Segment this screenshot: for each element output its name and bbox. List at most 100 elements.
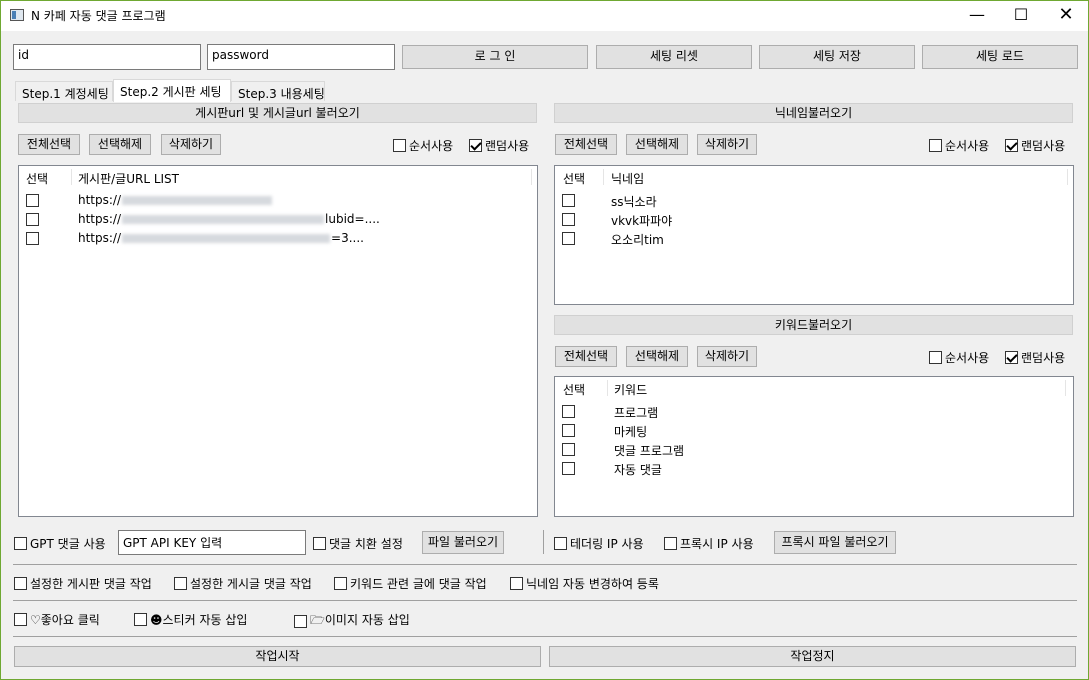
col-separator[interactable] — [603, 169, 604, 185]
col-separator[interactable] — [1065, 380, 1066, 396]
minimize-button[interactable]: — — [954, 1, 1000, 31]
comment-replace-checkbox[interactable]: 댓글 치환 설정 — [313, 535, 403, 552]
nickname-delete-button[interactable]: 삭제하기 — [697, 134, 757, 155]
board-url-list[interactable]: 선택 게시판/글URL LIST https:// https:// lubid=… — [18, 165, 538, 517]
board-random-checkbox[interactable]: 랜덤사용 — [469, 137, 529, 154]
list-item[interactable]: 댓글 프로그램 — [555, 440, 1073, 459]
keyword-random-checkbox[interactable]: 랜덤사용 — [1005, 349, 1065, 366]
col-separator[interactable] — [1067, 169, 1068, 185]
board-seq-label: 순서사용 — [409, 139, 454, 153]
list-item[interactable]: https:// lubid=.... — [19, 210, 537, 229]
proxy-ip-checkbox[interactable]: 프록시 IP 사용 — [664, 535, 754, 552]
image-insert-box[interactable] — [294, 615, 307, 628]
col-nickname-header[interactable]: 닉네임 — [611, 170, 644, 187]
tab-step3[interactable]: Step.3 내용세팅 — [231, 81, 325, 101]
settings-save-button[interactable]: 세팅 저장 — [759, 45, 915, 69]
row-checkbox[interactable] — [562, 232, 575, 245]
col-select-header[interactable]: 선택 — [563, 170, 585, 187]
list-item[interactable]: https:// — [19, 191, 537, 210]
like-click-checkbox[interactable]: ♡좋아요 클릭 — [14, 611, 100, 628]
maximize-button[interactable]: ☐ — [998, 1, 1044, 31]
list-item[interactable]: vkvk파파야 — [555, 210, 1073, 229]
close-button[interactable]: ✕ — [1043, 1, 1089, 31]
board-seq-checkbox[interactable]: 순서사용 — [393, 137, 453, 154]
nickname-change-box[interactable] — [510, 577, 523, 590]
tethering-ip-box[interactable] — [554, 537, 567, 550]
load-proxy-file-button[interactable]: 프록시 파일 불러오기 — [774, 531, 896, 554]
col-url-header[interactable]: 게시판/글URL LIST — [78, 170, 179, 187]
row-checkbox[interactable] — [562, 213, 575, 226]
keyword-seq-box[interactable] — [929, 351, 942, 364]
sticker-insert-box[interactable] — [134, 613, 147, 626]
nickname-random-checkbox[interactable]: 랜덤사용 — [1005, 137, 1065, 154]
nickname-random-box[interactable] — [1005, 139, 1018, 152]
row-checkbox[interactable] — [562, 462, 575, 475]
password-field[interactable]: password — [207, 44, 395, 70]
list-item[interactable]: 자동 댓글 — [555, 459, 1073, 478]
board-random-box[interactable] — [469, 139, 482, 152]
col-separator[interactable] — [71, 169, 72, 185]
board-comment-box[interactable] — [14, 577, 27, 590]
col-separator[interactable] — [607, 380, 608, 396]
row-checkbox[interactable] — [26, 194, 39, 207]
proxy-ip-box[interactable] — [664, 537, 677, 550]
id-field[interactable]: id — [13, 44, 201, 70]
nickname-seq-box[interactable] — [929, 139, 942, 152]
keyword-comment-checkbox[interactable]: 키워드 관련 글에 댓글 작업 — [334, 575, 487, 592]
gpt-comment-box[interactable] — [14, 537, 27, 550]
list-item[interactable]: 프로그램 — [555, 402, 1073, 421]
row-checkbox[interactable] — [562, 405, 575, 418]
keyword-list[interactable]: 선택 키워드 프로그램 마케팅 댓글 프로그램 자동 댓글 — [554, 376, 1074, 517]
nickname-select-all-button[interactable]: 전체선택 — [555, 134, 617, 155]
post-comment-box[interactable] — [174, 577, 187, 590]
login-button[interactable]: 로 그 인 — [402, 45, 588, 69]
settings-reset-button[interactable]: 세팅 리셋 — [596, 45, 752, 69]
nickname-change-checkbox[interactable]: 닉네임 자동 변경하여 등록 — [510, 575, 659, 592]
keyword-select-all-button[interactable]: 전체선택 — [555, 346, 617, 367]
image-insert-checkbox[interactable]: 🗁이미지 자동 삽입 — [294, 611, 410, 632]
load-file-button[interactable]: 파일 불러오기 — [422, 531, 504, 554]
nickname-list[interactable]: 선택 닉네임 ss닉소라 vkvk파파야 오소리tim — [554, 165, 1074, 305]
nickname-seq-checkbox[interactable]: 순서사용 — [929, 137, 989, 154]
col-keyword-header[interactable]: 키워드 — [614, 381, 647, 398]
comment-replace-box[interactable] — [313, 537, 326, 550]
list-item[interactable]: 마케팅 — [555, 421, 1073, 440]
board-url-header[interactable]: 게시판url 및 게시글url 불러오기 — [18, 103, 537, 123]
like-click-box[interactable] — [14, 613, 27, 626]
nickname-header[interactable]: 닉네임불러오기 — [554, 103, 1073, 123]
tab-step1[interactable]: Step.1 계정세팅 — [15, 81, 113, 101]
list-item[interactable]: 오소리tim — [555, 229, 1073, 248]
gpt-api-key-field[interactable]: GPT API KEY 입력 — [118, 530, 306, 555]
row-url: https:// =3.... — [78, 231, 364, 245]
col-select-header[interactable]: 선택 — [26, 170, 48, 187]
row-checkbox[interactable] — [562, 443, 575, 456]
board-delete-button[interactable]: 삭제하기 — [161, 134, 221, 155]
row-checkbox[interactable] — [26, 213, 39, 226]
keyword-delete-button[interactable]: 삭제하기 — [697, 346, 757, 367]
board-deselect-button[interactable]: 선택해제 — [89, 134, 151, 155]
gpt-comment-checkbox[interactable]: GPT 댓글 사용 — [14, 535, 106, 552]
sticker-insert-checkbox[interactable]: ☻스티커 자동 삽입 — [134, 611, 247, 628]
start-button[interactable]: 작업시작 — [14, 646, 541, 667]
keyword-deselect-button[interactable]: 선택해제 — [626, 346, 688, 367]
keyword-header[interactable]: 키워드불러오기 — [554, 315, 1073, 335]
row-checkbox[interactable] — [562, 194, 575, 207]
tethering-ip-checkbox[interactable]: 테더링 IP 사용 — [554, 535, 644, 552]
settings-load-button[interactable]: 세팅 로드 — [922, 45, 1078, 69]
list-item[interactable]: https:// =3.... — [19, 229, 537, 248]
post-comment-checkbox[interactable]: 설정한 게시글 댓글 작업 — [174, 575, 312, 592]
board-select-all-button[interactable]: 전체선택 — [18, 134, 80, 155]
list-item[interactable]: ss닉소라 — [555, 191, 1073, 210]
col-select-header[interactable]: 선택 — [563, 381, 585, 398]
row-checkbox[interactable] — [562, 424, 575, 437]
board-comment-checkbox[interactable]: 설정한 게시판 댓글 작업 — [14, 575, 152, 592]
keyword-random-box[interactable] — [1005, 351, 1018, 364]
stop-button[interactable]: 작업정지 — [549, 646, 1076, 667]
col-separator[interactable] — [531, 169, 532, 185]
nickname-deselect-button[interactable]: 선택해제 — [626, 134, 688, 155]
keyword-comment-box[interactable] — [334, 577, 347, 590]
tab-step2[interactable]: Step.2 게시판 세팅 — [113, 79, 231, 102]
board-seq-box[interactable] — [393, 139, 406, 152]
row-checkbox[interactable] — [26, 232, 39, 245]
keyword-seq-checkbox[interactable]: 순서사용 — [929, 349, 989, 366]
